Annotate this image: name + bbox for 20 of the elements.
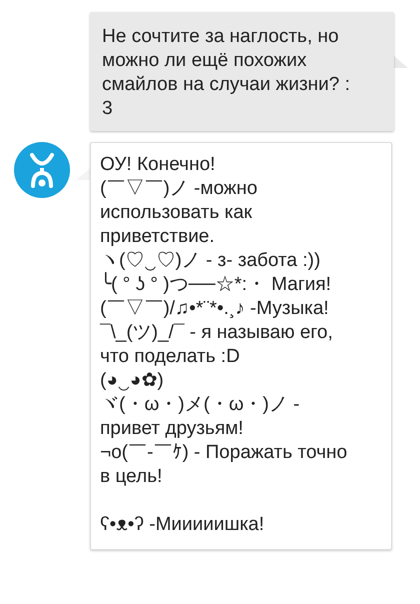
message-text-line: ヽ(♡‿♡)ノ - з- забота :)) bbox=[100, 249, 322, 272]
message-text-line: ¯\_(ツ)_/¯ - я называю его, bbox=[100, 321, 334, 345]
message-text-line: (￣▽￣)/♫•*¨*•.¸♪ -Музыка! bbox=[100, 297, 330, 321]
message-text-line: в цель! bbox=[100, 465, 164, 489]
message-text-line: привет друзьям! bbox=[100, 417, 244, 441]
message-text-line: ╰( ° ʖ ° )つ──☆*:・ Магия! bbox=[100, 273, 332, 297]
message-text-line: ¬o(￣-￣ｹ) - Поражать точно bbox=[100, 441, 348, 465]
message-text-line: смайлов на случаи жизни? : bbox=[102, 73, 352, 97]
message-text-line: ОУ! Конечно! bbox=[100, 153, 216, 177]
message-text-line: использовать как bbox=[100, 201, 254, 225]
message-text-line: что поделать :D bbox=[100, 345, 241, 369]
message-text-line: ヾ(・ω・)メ(・ω・)ノ - bbox=[100, 393, 301, 417]
message-text-line: (◕‿◕✿) bbox=[100, 369, 165, 393]
message-text-line: можно ли ещё похожих bbox=[102, 49, 308, 73]
message-text-line: Не сочтите за наглость, но bbox=[102, 25, 340, 49]
message-text-line: приветствие. bbox=[100, 225, 216, 249]
avatar-icon bbox=[14, 142, 70, 198]
message-text-line: (￣▽￣)ノ -можно bbox=[100, 177, 258, 201]
message-text-line: ʕ•ᴥ•ʔ -Мииииишка! bbox=[100, 513, 266, 537]
message-text-line: 3 bbox=[102, 97, 114, 121]
